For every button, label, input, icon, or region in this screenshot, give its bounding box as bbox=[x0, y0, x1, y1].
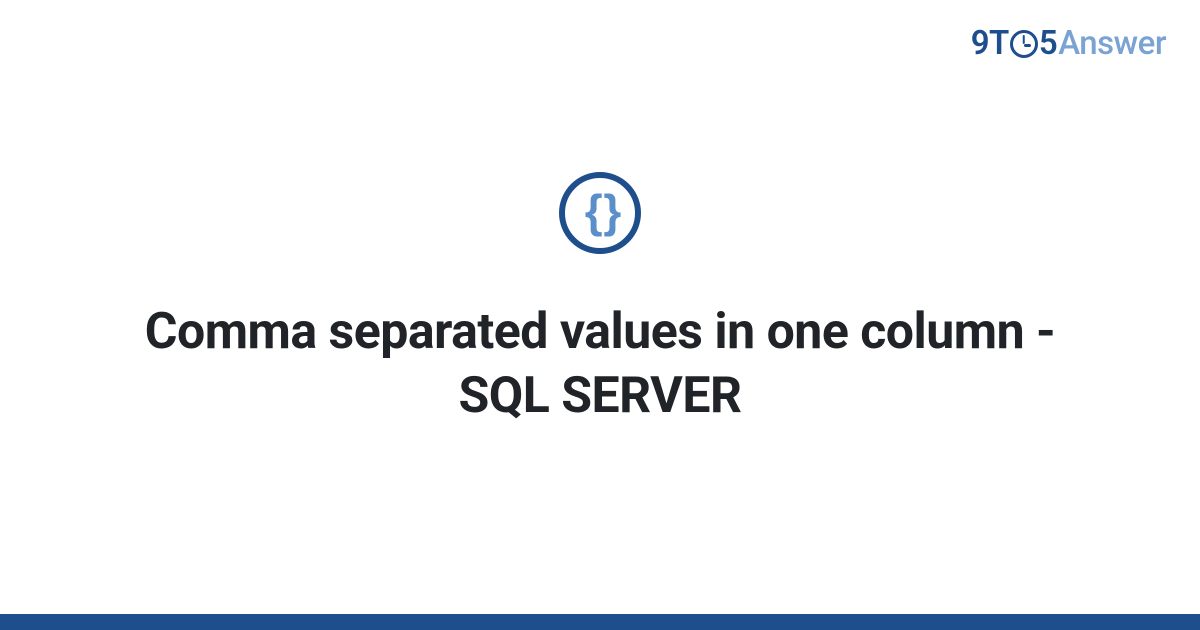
footer-accent-bar bbox=[0, 614, 1200, 630]
braces-glyph: { } bbox=[585, 188, 616, 234]
code-braces-icon: { } bbox=[559, 172, 641, 254]
page-title: Comma separated values in one column - S… bbox=[100, 300, 1100, 428]
main-content: { } Comma separated values in one column… bbox=[0, 0, 1200, 630]
